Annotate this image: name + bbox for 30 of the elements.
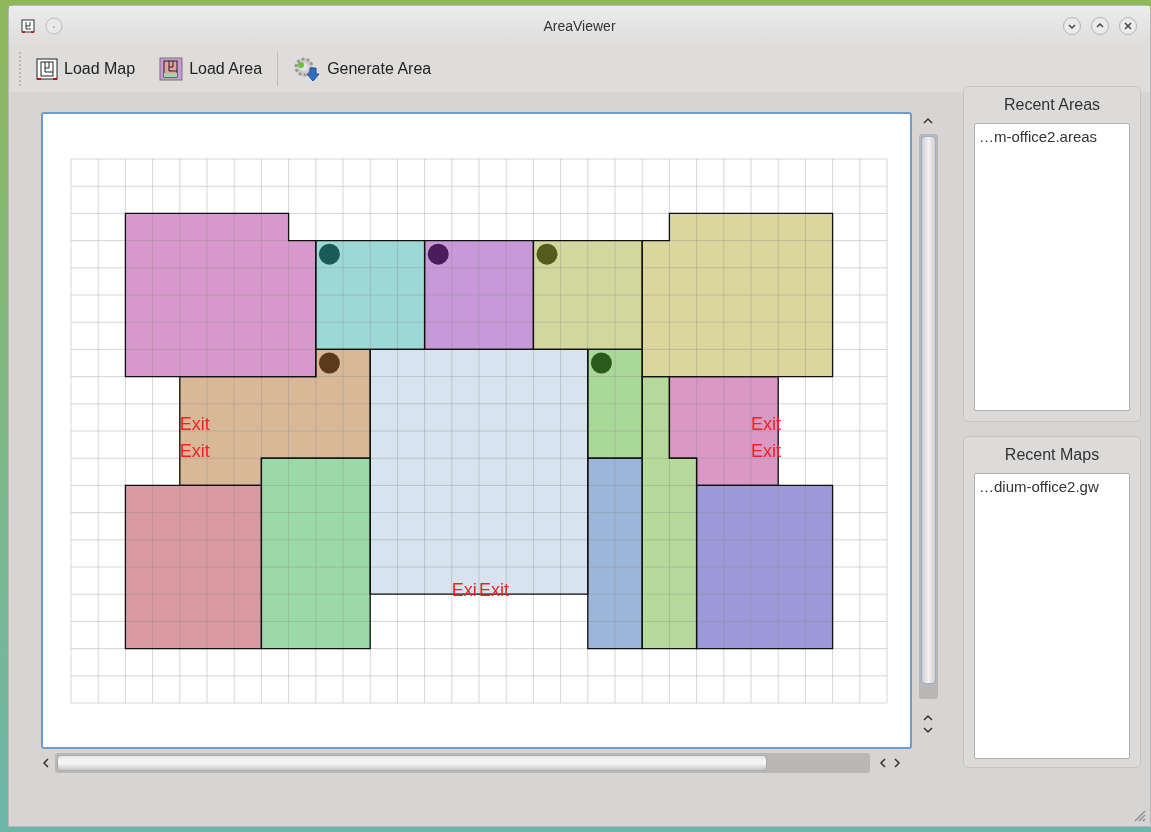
exit-label: Exit <box>179 440 210 461</box>
scroll-left-icon[interactable] <box>41 757 51 769</box>
close-button[interactable] <box>1118 16 1138 36</box>
generate-area-button[interactable]: Generate Area <box>288 52 437 86</box>
scroll-right-icon[interactable] <box>892 757 902 769</box>
minimize-button[interactable] <box>1062 16 1082 36</box>
panel-title: Recent Areas <box>1003 95 1101 115</box>
resize-grip-icon[interactable] <box>1132 808 1146 822</box>
scroll-thumb[interactable] <box>920 136 936 684</box>
recent-areas-list[interactable]: …m-office2.areas <box>974 123 1130 411</box>
exit-label: Exit <box>179 413 210 434</box>
gear-download-icon <box>293 56 322 82</box>
recent-maps-list[interactable]: …dium-office2.gw <box>974 473 1130 759</box>
floor-plan-icon <box>159 57 184 81</box>
scroll-down-icon[interactable] <box>922 725 934 735</box>
floor-plan-icon <box>36 58 58 80</box>
scroll-up-icon[interactable] <box>922 713 934 723</box>
scroll-thumb[interactable] <box>57 755 767 771</box>
scroll-up-icon[interactable] <box>922 116 934 126</box>
load-area-button[interactable]: Load Area <box>154 52 268 86</box>
maximize-button[interactable] <box>1090 16 1110 36</box>
keep-above-button[interactable] <box>45 17 63 35</box>
toolbar-grip[interactable] <box>19 52 23 86</box>
window-title: AreaViewer <box>542 16 617 36</box>
panel-title: Recent Maps <box>1004 445 1100 465</box>
window-menu-icon[interactable] <box>21 19 35 33</box>
load-map-button[interactable]: Load Map <box>31 52 141 86</box>
scroll-left-icon[interactable] <box>878 757 888 769</box>
file-item[interactable]: …dium-office2.gw <box>975 476 1129 499</box>
file-item[interactable]: …m-office2.areas <box>975 126 1129 149</box>
